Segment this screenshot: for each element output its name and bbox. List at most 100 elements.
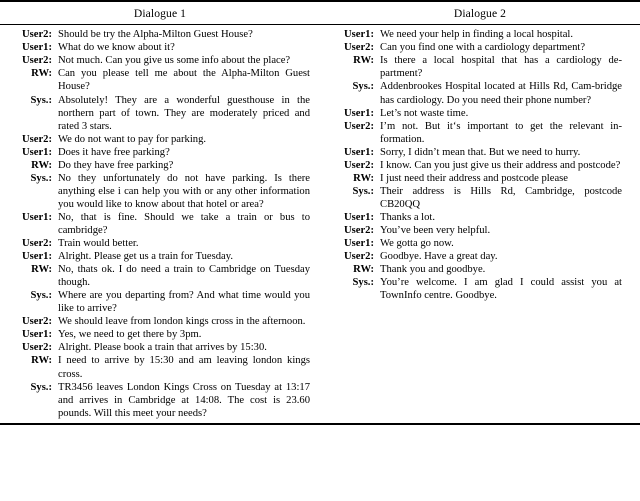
turn-utterance-text: Sorry, I didn’t mean that. But we need t… [380,146,581,158]
turn-utterance-text: Let’s not waste time. [380,107,469,119]
turn-utterance-text: Their address is Hills Rd, Cambridge, po… [380,185,622,210]
dialogue-turn: RW: Do they have free parking? [8,159,310,172]
dialogue-turn: User2: Train would better. [8,237,310,250]
turn-utterance-text: Alright. Please get us a train for Tuesd… [58,251,233,263]
turn-speaker-label: User2: [21,238,52,250]
dialogue-turn: User2: I know. Can you just give us their… [330,159,622,172]
dialogue-turn: User1: Let’s not waste time. [330,107,622,120]
column-header-dialogue-2: Dialogue 2 [453,6,507,20]
turn-speaker-label: Sys.: [352,277,375,289]
turn-speaker-label: User2: [343,42,374,54]
turn-speaker-label: Sys.: [30,94,53,106]
column-header-dialogue-1: Dialogue 1 [133,6,187,20]
dialogue-turn: User1: What do we know about it? [8,41,310,54]
turn-speaker-label: Sys.: [30,290,53,302]
turn-utterance-text: Should be try the Alpha-Milton Guest Hou… [58,29,253,41]
turn-speaker-label: RW: [353,264,374,276]
turn-speaker-label: Sys.: [30,381,53,393]
turn-speaker-label: User1: [343,29,374,41]
turn-speaker-label: Sys.: [30,172,53,184]
turn-speaker-label: User1: [343,146,374,158]
dialogue-turn: User1: We gotta go now. [330,237,622,250]
dialogue-turn: User2: Can you find one with a cardiology… [330,41,622,54]
dialogue-1-column: User2: Should be try the Alpha-Milton Gue… [0,28,320,419]
dialogue-turn: Sys.: Their address is Hills Rd, Cambridg… [330,185,623,211]
dialogue-turn: User1: We need your help in finding a loc… [330,28,622,41]
turn-utterance-text: Can you please tell me about the Alpha-M… [58,68,310,93]
dialogue-turn: RW: I just need their address and postcod… [330,172,622,185]
turn-utterance-text: What do we know about it? [58,42,175,54]
dialogue-turn: RW: Can you please tell me about the Alph… [8,67,310,93]
dialogue-turn: RW: Is there a local hospital that has a … [330,54,622,80]
dialogue-turn: Sys.: TR3456 leaves London Kings Cross on… [8,381,311,420]
turn-speaker-label: RW: [353,55,374,67]
turn-speaker-label: User2: [343,120,374,132]
turn-utterance-text: Thank you and goodbye. [380,264,486,276]
dialogue-turn: Sys.: Absolutely! They are a wonderful gu… [8,94,311,133]
turn-speaker-label: RW: [353,172,374,184]
dialogue-turn: User2: We do not want to pay for parking. [8,133,310,146]
turn-speaker-label: User1: [21,146,52,158]
dialogue-turn: User1: Yes, we need to get there by 3pm. [8,328,310,341]
turn-speaker-label: User1: [343,211,374,223]
dialogue-turn: RW: I need to arrive by 15:30 and am leav… [8,354,310,380]
dialogue-turn: User1: Does it have free parking? [8,146,310,159]
turn-speaker-label: User2: [21,342,52,354]
turn-utterance-text: We do not want to pay for parking. [58,133,207,145]
turn-utterance-text: TR3456 leaves London Kings Cross on Tues… [58,381,310,419]
turn-utterance-text: We should leave from london kings cross … [58,316,306,328]
dialogue-turn: User1: Alright. Please get us a train for… [8,250,310,263]
turn-speaker-label: RW: [31,159,52,171]
turn-utterance-text: No, that is fine. Should we take a train… [58,211,310,236]
dialogue-turn: Sys.: You’re welcome. I am glad I could a… [330,276,623,302]
dialogue-turn: User1: Sorry, I didn’t mean that. But we … [330,146,622,159]
dialogue-turn: Sys.: No they unfortunately do not have p… [8,172,311,211]
dialogue-turn: User1: No, that is fine. Should we take a… [8,211,310,237]
turn-speaker-label: User2: [21,316,52,328]
turn-speaker-label: User2: [21,29,52,41]
turn-speaker-label: RW: [31,355,52,367]
turn-speaker-label: User1: [343,107,374,119]
dialogue-turn: Sys.: Where are you departing from? And w… [8,289,311,315]
turn-utterance-text: We need your help in finding a local hos… [380,29,574,41]
turn-speaker-label: User2: [21,133,52,145]
turn-speaker-label: Sys.: [352,185,375,197]
dialogue-turn: User2: Not much. Can you give us some inf… [8,54,310,67]
turn-utterance-text: Do they have free parking? [58,159,174,171]
turn-speaker-label: User2: [343,159,374,171]
turn-speaker-label: User2: [343,224,374,236]
dialogue-2-column: User1: We need your help in finding a loc… [320,28,640,302]
dialogue-turn: User2: Should be try the Alpha-Milton Gue… [8,28,310,41]
turn-speaker-label: User1: [21,329,52,341]
turn-speaker-label: User2: [343,251,374,263]
turn-speaker-label: User2: [21,55,52,67]
dialogue-turn: RW: No, thats ok. I do need a train to Ca… [8,263,310,289]
turn-utterance-text: Train would better. [58,238,139,250]
turn-speaker-label: RW: [31,264,52,276]
dialogue-comparison-table: Dialogue 1 Dialogue 2 User2: Should be tr… [0,0,640,425]
turn-speaker-label: User1: [21,42,52,54]
turn-utterance-text: I know. Can you just give us their addre… [380,159,621,171]
table-header-row: Dialogue 1 Dialogue 2 [0,2,640,24]
turn-utterance-text: You’ve been very helpful. [380,224,491,236]
turn-utterance-text: Does it have free parking? [58,146,170,158]
turn-utterance-text: No, thats ok. I do need a train to Cambr… [58,264,310,289]
dialogue-turn: User2: Goodbye. Have a great day. [330,250,622,263]
table-body: User2: Should be try the Alpha-Milton Gue… [0,25,640,420]
turn-speaker-label: RW: [31,68,52,80]
dialogue-turn: User2: I’m not. But it‘s important to get… [330,120,622,146]
turn-utterance-text: Can you find one with a cardiology depar… [380,42,586,54]
turn-utterance-text: Goodbye. Have a great day. [380,251,498,263]
turn-utterance-text: Thanks a lot. [380,211,436,223]
turn-utterance-text: Alright. Please book a train that arrive… [58,342,267,354]
turn-utterance-text: I just need their address and postcode p… [380,172,568,184]
turn-speaker-label: User1: [343,238,374,250]
turn-utterance-text: Yes, we need to get there by 3pm. [58,329,202,341]
turn-speaker-label: User1: [21,251,52,263]
dialogue-turn: User1: Thanks a lot. [330,211,622,224]
turn-speaker-label: User1: [21,211,52,223]
dialogue-turn: User2: You’ve been very helpful. [330,224,622,237]
table-bottom-rule [0,422,640,425]
dialogue-turn: Sys.: Addenbrookes Hospital located at Hi… [330,80,623,106]
turn-utterance-text: No they unfortunately do not have parkin… [58,172,310,210]
